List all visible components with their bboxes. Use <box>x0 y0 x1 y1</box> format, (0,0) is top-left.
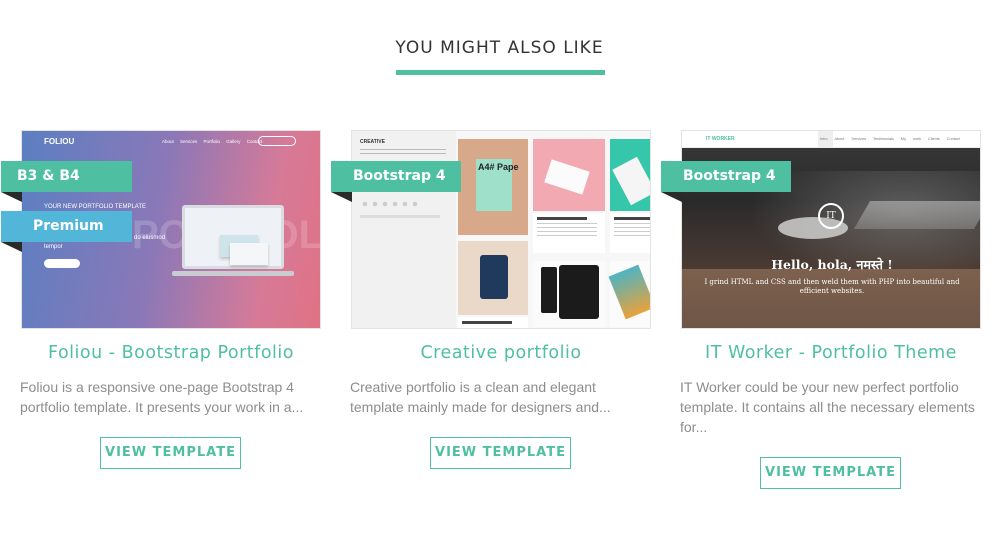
view-template-button[interactable]: VIEW TEMPLATE <box>760 457 901 489</box>
brochure-image <box>608 264 650 320</box>
preview-nav-button <box>258 136 296 146</box>
card-description: IT Worker could be your new perfect port… <box>680 379 975 435</box>
tile-teal <box>610 139 650 211</box>
tile-brochure <box>608 261 650 327</box>
tile-business-cards <box>533 139 605 211</box>
tile-caption <box>458 317 528 328</box>
title-underline <box>396 70 605 75</box>
tablet-image <box>559 265 599 319</box>
tile-caption <box>533 213 605 253</box>
preview-logo: FOLIOU <box>44 137 75 146</box>
caption-heading <box>537 217 587 220</box>
preview-pill-button <box>44 259 80 268</box>
tile-caption <box>610 213 650 253</box>
template-card-foliou: FOLIOU About Services Portfolio Gallery … <box>1 130 321 469</box>
ribbon-premium: Premium <box>1 211 132 252</box>
card-image <box>544 159 590 195</box>
tile-devices <box>533 261 605 327</box>
paper-label: A4# Pape <box>478 162 519 172</box>
business-card-image <box>230 243 268 265</box>
section-title: YOU MIGHT ALSO LIKE <box>395 38 604 58</box>
card-description: Creative portfolio is a clean and elegan… <box>350 379 611 415</box>
preview-hello-heading: Hello, hola, नमस्ते ! <box>771 257 893 272</box>
template-card-creative: CREATIVE A4# Pape Bootstrap 4 Creative p… <box>331 130 651 469</box>
ribbon-bootstrap-version: Bootstrap 4 <box>661 161 791 202</box>
card-image <box>612 156 650 206</box>
caption-heading <box>462 321 512 324</box>
view-template-button[interactable]: VIEW TEMPLATE <box>430 437 571 469</box>
card-description: Foliou is a responsive one-page Bootstra… <box>20 379 304 415</box>
card-title[interactable]: Foliou - Bootstrap Portfolio <box>21 343 321 363</box>
template-card-it-worker: IT WORKER Intro About Services Testimoni… <box>661 130 981 489</box>
ribbon-bootstrap-version: Bootstrap 4 <box>331 161 461 202</box>
it-badge: IT <box>818 203 844 229</box>
phone-image <box>541 267 557 313</box>
tag-image <box>480 255 508 299</box>
caption-lines <box>614 223 650 237</box>
preview-subtitle: I grind HTML and CSS and then weld them … <box>704 278 960 295</box>
laptop-base <box>172 271 294 276</box>
card-title[interactable]: Creative portfolio <box>351 343 651 363</box>
tile-tag <box>458 241 528 315</box>
preview-nav-links: Intro About Services Testimonials My wor… <box>820 137 960 141</box>
preview-nav: About Services Portfolio Gallery Contact <box>162 139 263 144</box>
preview-sidebar-title: CREATIVE <box>360 139 385 145</box>
caption-lines <box>537 223 597 237</box>
social-icons <box>360 201 420 207</box>
card-title[interactable]: IT Worker - Portfolio Theme <box>681 343 981 363</box>
preview-sidebar-text <box>360 149 446 157</box>
template-thumbnail[interactable]: CREATIVE A4# Pape Bootstrap 4 <box>331 130 651 329</box>
tile-a4-paper: A4# Pape <box>458 139 528 235</box>
ribbon-bootstrap-version: B3 & B4 <box>1 161 132 202</box>
template-thumbnail[interactable]: IT WORKER Intro About Services Testimoni… <box>661 130 981 329</box>
template-thumbnail[interactable]: FOLIOU About Services Portfolio Gallery … <box>1 130 321 329</box>
preview-footer-text <box>360 215 440 218</box>
preview-tagline: YOUR NEW PORTFOLIO TEMPLATE <box>44 204 147 210</box>
caption-heading <box>614 217 650 220</box>
keyboard-image <box>853 201 980 229</box>
preview-navbar: IT WORKER Intro About Services Testimoni… <box>682 131 980 148</box>
preview-brand: IT WORKER <box>706 136 735 142</box>
view-template-button[interactable]: VIEW TEMPLATE <box>100 437 241 469</box>
